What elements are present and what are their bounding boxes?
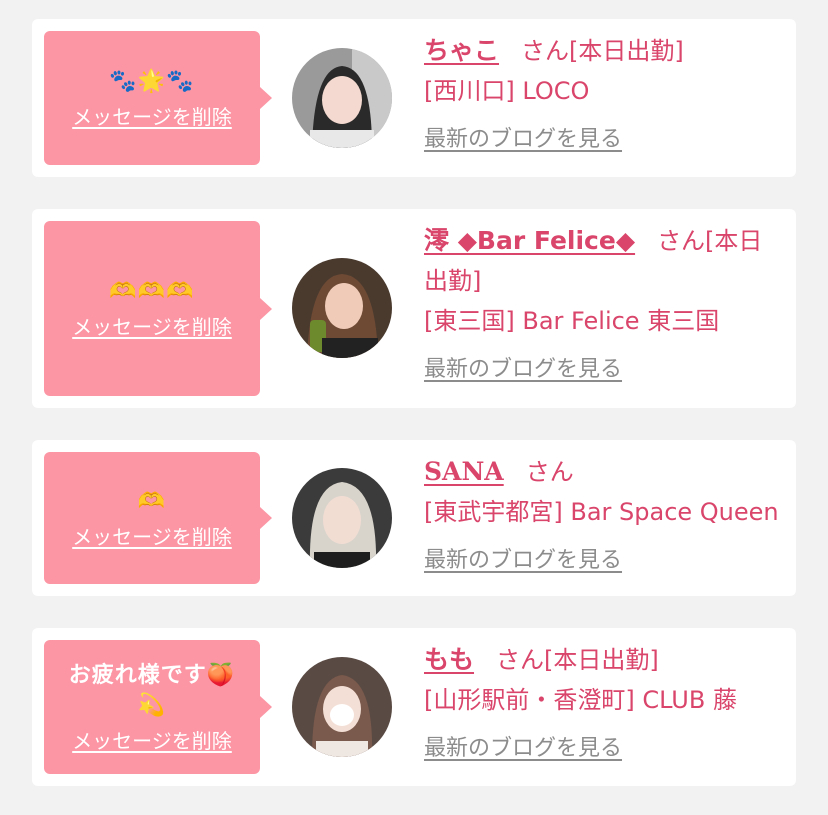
cast-name-link[interactable]: もも [424,645,474,674]
message-text: お疲れ様です🍑💫 [68,662,236,718]
message-bubble: 🫶🫶🫶 メッセージを削除 [44,221,272,396]
cast-status: さん [525,458,574,486]
message-bubble: 🫶 メッセージを削除 [44,452,272,584]
message-list: 🐾🌟🐾 メッセージを削除 ちゃこ さん[本日出勤] [西川口] LOCO 最新のブ… [0,0,828,815]
message-text: 🐾🌟🐾 [109,68,195,94]
message-card: お疲れ様です🍑💫 メッセージを削除 もも さん[本日出勤] [山形駅前・香澄町] … [32,628,796,786]
shop-label: [西川口] LOCO [424,77,590,105]
delete-message-link[interactable]: メッセージを削除 [72,725,232,754]
message-card: 🐾🌟🐾 メッセージを削除 ちゃこ さん[本日出勤] [西川口] LOCO 最新のブ… [32,19,796,177]
cast-name-link[interactable]: SANA [424,457,504,486]
cast-info: 澪 ◆Bar Felice◆ さん[本日出勤] [東三国] Bar Felice … [424,221,784,383]
delete-message-link[interactable]: メッセージを削除 [72,521,232,550]
latest-blog-link[interactable]: 最新のブログを見る [424,542,622,574]
shop-label: [山形駅前・香澄町] CLUB 藤 [424,686,737,714]
message-card: 🫶 メッセージを削除 SANA さん [東武宇都宮] Bar Space Quee… [32,440,796,596]
latest-blog-link[interactable]: 最新のブログを見る [424,730,622,762]
cast-info: もも さん[本日出勤] [山形駅前・香澄町] CLUB 藤 最新のブログを見る [424,640,784,762]
message-bubble: お疲れ様です🍑💫 メッセージを削除 [44,640,272,774]
avatar[interactable] [292,258,392,358]
cast-status: さん[本日出勤] [496,646,659,674]
avatar[interactable] [292,48,392,148]
cast-status: さん[本日出勤] [521,37,684,65]
shop-label: [東三国] Bar Felice 東三国 [424,307,720,335]
avatar[interactable] [292,468,392,568]
message-text: 🫶 [137,488,167,514]
message-card: 🫶🫶🫶 メッセージを削除 澪 ◆Bar Felice◆ さん[本日出勤] [東三国… [32,209,796,408]
message-text: 🫶🫶🫶 [109,279,195,304]
avatar[interactable] [292,657,392,757]
cast-info: ちゃこ さん[本日出勤] [西川口] LOCO 最新のブログを見る [424,31,784,153]
latest-blog-link[interactable]: 最新のブログを見る [424,121,622,153]
delete-message-link[interactable]: メッセージを削除 [72,311,232,340]
cast-name-link[interactable]: 澪 ◆Bar Felice◆ [424,226,635,255]
cast-name-link[interactable]: ちゃこ [424,36,499,65]
message-bubble: 🐾🌟🐾 メッセージを削除 [44,31,272,165]
shop-label: [東武宇都宮] Bar Space Queen [424,498,779,526]
cast-info: SANA さん [東武宇都宮] Bar Space Queen 最新のブログを見る [424,452,784,574]
delete-message-link[interactable]: メッセージを削除 [72,101,232,130]
latest-blog-link[interactable]: 最新のブログを見る [424,351,622,383]
